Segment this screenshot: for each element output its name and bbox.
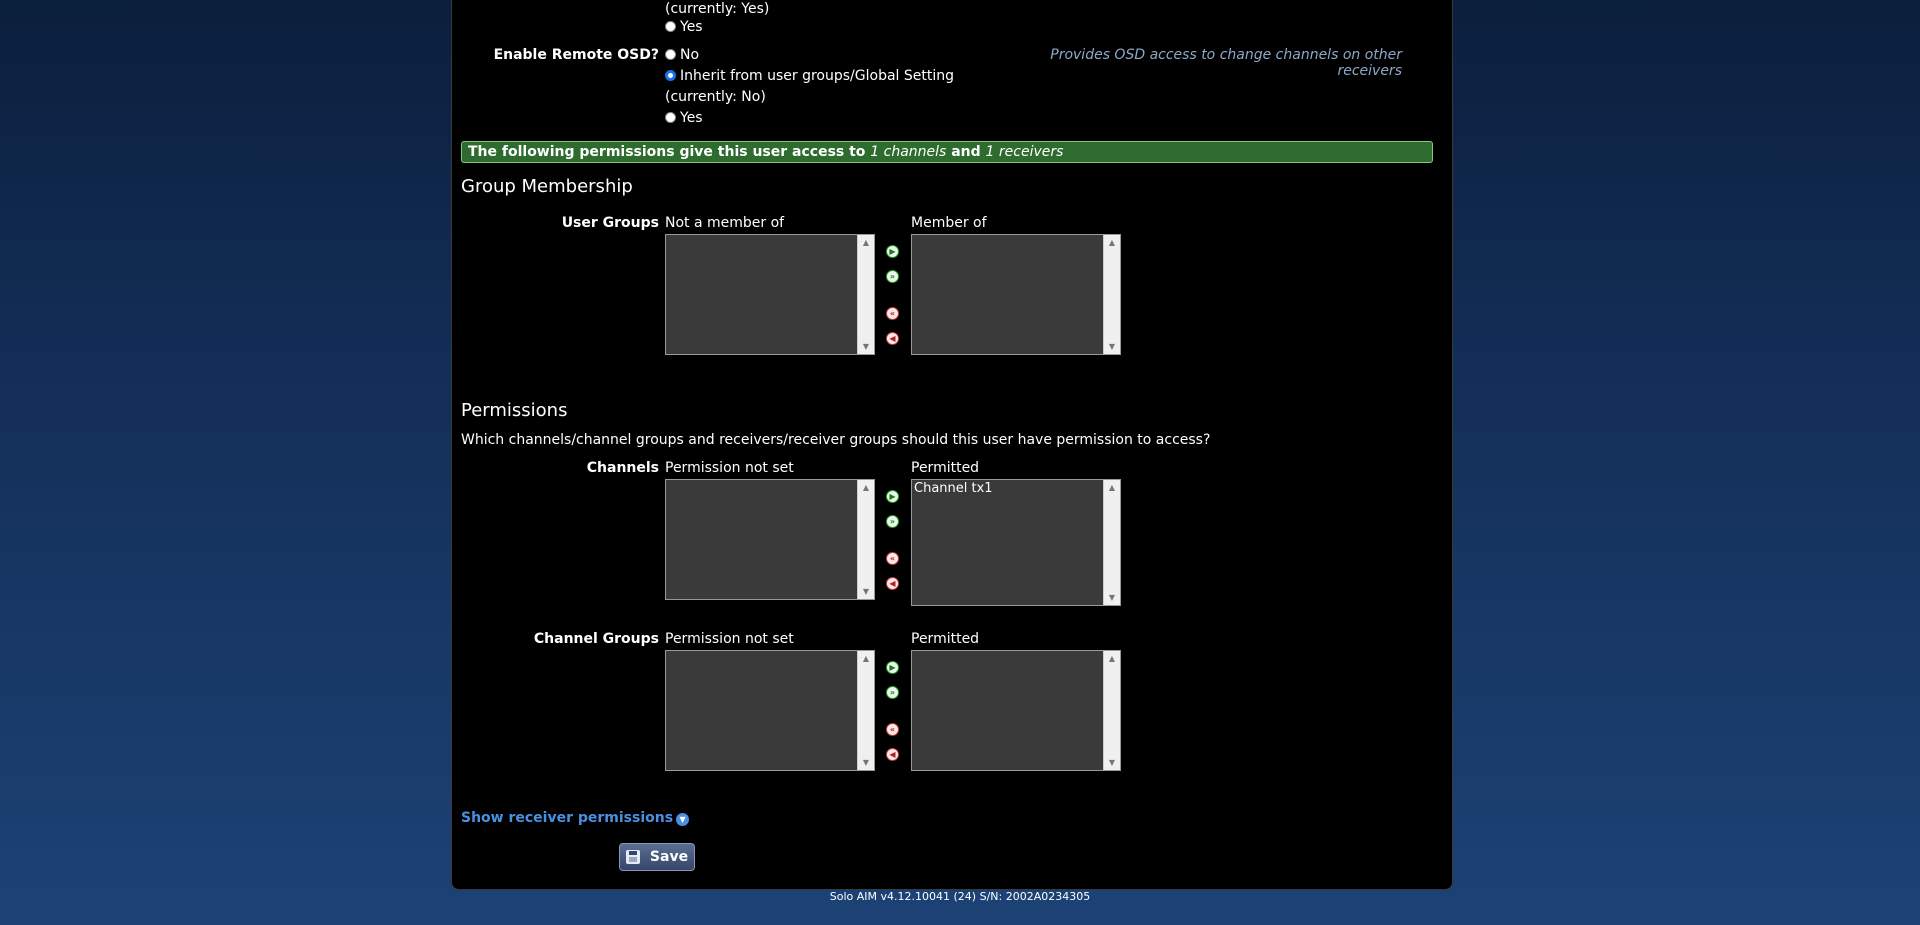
scroll-up-icon[interactable]: ▲ — [1104, 654, 1120, 663]
channel-groups-permitted-list[interactable]: ▲ ▼ — [911, 650, 1121, 771]
scroll-down-icon[interactable]: ▼ — [1104, 342, 1120, 351]
scrollbar[interactable]: ▲ ▼ — [857, 480, 874, 599]
permissions-heading: Permissions — [461, 400, 568, 421]
remote-osd-yes-radio[interactable] — [665, 112, 676, 123]
scrollbar[interactable]: ▲ ▼ — [1103, 480, 1120, 605]
scroll-up-icon[interactable]: ▲ — [858, 654, 874, 663]
footer-version: Solo AIM v4.12.10041 (24) S/N: 2002A0234… — [829, 890, 1091, 903]
scrollbar[interactable]: ▲ ▼ — [1103, 235, 1120, 354]
scroll-down-icon[interactable]: ▼ — [1104, 758, 1120, 767]
show-receiver-permissions-label: Show receiver permissions — [461, 810, 674, 826]
user-groups-not-member-header: Not a member of — [665, 215, 785, 231]
banner-receivers-count: 1 receivers — [985, 144, 1064, 160]
scroll-up-icon[interactable]: ▲ — [858, 483, 874, 492]
remove-selected-icon[interactable]: ◀ — [886, 332, 899, 345]
osd-yes-label: Yes — [680, 19, 703, 35]
remote-osd-label: Enable Remote OSD? — [493, 47, 659, 63]
user-groups-member-header: Member of — [911, 215, 987, 231]
chevron-down-icon: ▼ — [676, 813, 690, 826]
channel-groups-label: Channel Groups — [533, 631, 659, 647]
remote-osd-note: Provides OSD access to change channels o… — [1050, 47, 1402, 79]
osd-yes-option[interactable]: Yes — [665, 19, 703, 35]
scroll-up-icon[interactable]: ▲ — [1104, 483, 1120, 492]
scrollbar[interactable]: ▲ ▼ — [857, 235, 874, 354]
channels-label: Channels — [586, 460, 659, 476]
banner-channels-count: 1 channels — [870, 144, 947, 160]
remote-osd-no-radio[interactable] — [665, 49, 676, 60]
user-groups-member-list[interactable]: ▲ ▼ — [911, 234, 1121, 355]
channels-not-set-header: Permission not set — [665, 460, 794, 476]
permissions-question: Which channels/channel groups and receiv… — [461, 432, 1211, 448]
scroll-down-icon[interactable]: ▼ — [1104, 593, 1120, 602]
add-selected-icon[interactable]: ▶ — [886, 661, 899, 674]
scroll-down-icon[interactable]: ▼ — [858, 758, 874, 767]
list-item[interactable]: Channel tx1 — [914, 481, 1102, 496]
add-all-icon[interactable]: » — [886, 686, 899, 699]
user-groups-label: User Groups — [561, 215, 659, 231]
remote-osd-no-option[interactable]: No — [665, 47, 699, 63]
osd-currently-text: (currently: Yes) — [665, 1, 770, 17]
remote-osd-yes-label: Yes — [680, 110, 703, 126]
channels-not-set-list[interactable]: ▲ ▼ — [665, 479, 875, 600]
scroll-up-icon[interactable]: ▲ — [858, 238, 874, 247]
main-panel: (currently: Yes) Yes Enable Remote OSD? … — [451, 0, 1453, 890]
group-membership-heading: Group Membership — [461, 176, 633, 197]
user-groups-not-member-list[interactable]: ▲ ▼ — [665, 234, 875, 355]
channels-permitted-header: Permitted — [911, 460, 980, 476]
banner-prefix: The following permissions give this user… — [468, 144, 866, 160]
remove-selected-icon[interactable]: ◀ — [886, 748, 899, 761]
osd-yes-radio[interactable] — [665, 21, 676, 32]
scroll-down-icon[interactable]: ▼ — [858, 342, 874, 351]
save-disk-icon — [625, 850, 640, 864]
remove-all-icon[interactable]: « — [886, 307, 899, 320]
remote-osd-inherit-label: Inherit from user groups/Global Setting — [680, 68, 954, 84]
remote-osd-inherit-option[interactable]: Inherit from user groups/Global Setting — [665, 68, 954, 84]
remote-osd-inherit-radio[interactable] — [665, 70, 676, 81]
remote-osd-no-label: No — [680, 47, 700, 63]
show-receiver-permissions-link[interactable]: Show receiver permissions ▼ — [461, 810, 690, 826]
add-selected-icon[interactable]: ▶ — [886, 245, 899, 258]
add-all-icon[interactable]: » — [886, 515, 899, 528]
remove-all-icon[interactable]: « — [886, 723, 899, 736]
save-button[interactable]: Save — [619, 843, 695, 871]
remove-all-icon[interactable]: « — [886, 552, 899, 565]
scroll-down-icon[interactable]: ▼ — [858, 587, 874, 596]
channel-groups-not-set-header: Permission not set — [665, 631, 794, 647]
scroll-up-icon[interactable]: ▲ — [1104, 238, 1120, 247]
add-all-icon[interactable]: » — [886, 270, 899, 283]
scrollbar[interactable]: ▲ ▼ — [1103, 651, 1120, 770]
save-button-label: Save — [649, 849, 689, 865]
scrollbar[interactable]: ▲ ▼ — [857, 651, 874, 770]
remove-selected-icon[interactable]: ◀ — [886, 577, 899, 590]
remote-osd-yes-option[interactable]: Yes — [665, 110, 703, 126]
banner-and: and — [951, 144, 981, 160]
access-summary-banner: The following permissions give this user… — [461, 141, 1433, 163]
channel-groups-not-set-list[interactable]: ▲ ▼ — [665, 650, 875, 771]
channels-permitted-list[interactable]: Channel tx1 ▲ ▼ — [911, 479, 1121, 606]
remote-osd-currently-text: (currently: No) — [665, 89, 766, 105]
add-selected-icon[interactable]: ▶ — [886, 490, 899, 503]
channel-groups-permitted-header: Permitted — [911, 631, 980, 647]
